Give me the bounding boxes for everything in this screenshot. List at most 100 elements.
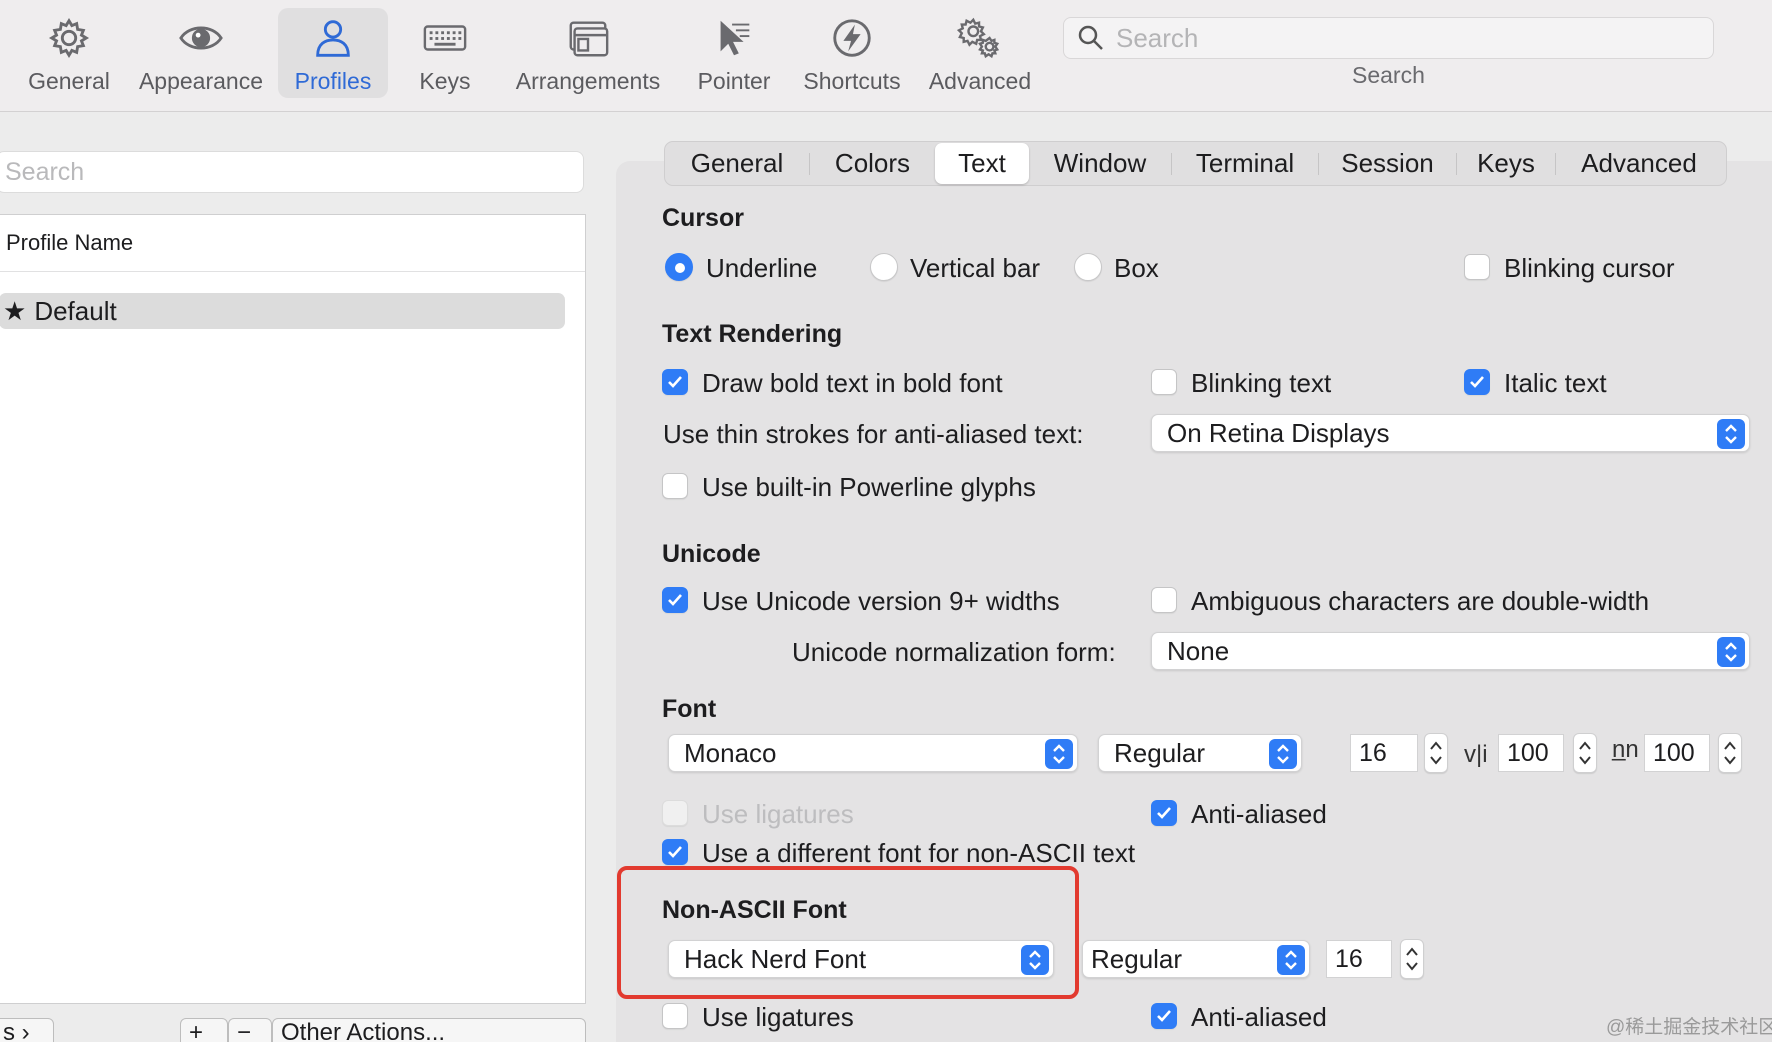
profile-name-column-header[interactable]: Profile Name <box>0 215 585 272</box>
select-arrows-icon <box>1717 637 1745 667</box>
bold-font-checkbox[interactable] <box>662 369 688 395</box>
text-rendering-section-title: Text Rendering <box>662 320 843 348</box>
font-family-select[interactable]: Monaco <box>668 734 1078 772</box>
toolbar-advanced-label: Advanced <box>928 68 1032 94</box>
tags-button[interactable]: s › <box>0 1018 54 1042</box>
pointer-icon <box>707 12 761 64</box>
tab-text-label: Text <box>958 148 1006 178</box>
toolbar-shortcuts[interactable]: Shortcuts <box>796 8 908 98</box>
remove-profile-button[interactable]: − <box>228 1018 272 1042</box>
non-ascii-anti-aliased-checkbox[interactable] <box>1151 1003 1177 1029</box>
checkmark-icon <box>1470 376 1484 388</box>
vertical-spacing-value: 100 <box>1653 738 1695 767</box>
bold-font-label[interactable]: Draw bold text in bold font <box>702 368 1003 399</box>
tab-colors[interactable]: Colors <box>810 143 935 184</box>
tab-general[interactable]: General <box>665 143 809 184</box>
powerline-glyphs-checkbox[interactable] <box>662 473 688 499</box>
ambiguous-double-width-checkbox[interactable] <box>1151 587 1177 613</box>
tab-terminal[interactable]: Terminal <box>1172 143 1318 184</box>
search-icon <box>1078 25 1103 50</box>
checkmark-icon <box>668 594 682 606</box>
vertical-spacing-stepper[interactable] <box>1718 733 1742 773</box>
cursor-box-radio[interactable] <box>1074 253 1102 281</box>
select-arrows-icon <box>1277 945 1305 975</box>
toolbar-general[interactable]: General <box>14 8 124 98</box>
cursor-box-label[interactable]: Box <box>1114 253 1159 284</box>
vertical-spacing-field[interactable]: 100 <box>1644 734 1710 772</box>
cursor-section-title: Cursor <box>662 204 744 232</box>
profile-search-input[interactable] <box>5 157 565 187</box>
blinking-text-label[interactable]: Blinking text <box>1191 368 1331 399</box>
tab-window[interactable]: Window <box>1029 143 1171 184</box>
toolbar-search[interactable] <box>1063 17 1714 59</box>
anti-aliased-label[interactable]: Anti-aliased <box>1191 799 1327 830</box>
powerline-glyphs-label[interactable]: Use built-in Powerline glyphs <box>702 472 1036 503</box>
profile-search[interactable] <box>0 151 584 193</box>
toolbar-keys[interactable]: Keys <box>400 8 490 98</box>
vertical-spacing-icon: n̲n <box>1612 736 1639 763</box>
thin-strokes-select[interactable]: On Retina Displays <box>1151 414 1750 452</box>
font-size-stepper[interactable] <box>1424 733 1448 773</box>
toolbar-search-label: Search <box>1352 62 1425 88</box>
non-ascii-font-size-stepper[interactable] <box>1400 939 1424 979</box>
tab-text[interactable]: Text <box>935 143 1029 184</box>
tab-keys[interactable]: Keys <box>1457 143 1555 184</box>
stepper-arrows-icon <box>1406 947 1418 971</box>
ligatures-checkbox[interactable] <box>662 800 688 826</box>
normalization-select[interactable]: None <box>1151 632 1750 670</box>
profile-row-default[interactable]: ★ Default <box>0 293 565 329</box>
horizontal-spacing-field[interactable]: 100 <box>1498 734 1564 772</box>
italic-text-checkbox[interactable] <box>1464 369 1490 395</box>
stepper-arrows-icon <box>1724 741 1736 765</box>
checkmark-icon <box>668 376 682 388</box>
other-actions-button[interactable]: Other Actions... <box>272 1018 586 1042</box>
italic-text-label[interactable]: Italic text <box>1504 368 1607 399</box>
cursor-underline-label[interactable]: Underline <box>706 253 817 284</box>
toolbar-appearance[interactable]: Appearance <box>134 8 268 98</box>
normalization-value: None <box>1167 635 1230 666</box>
profile-name: Default <box>34 295 117 326</box>
unicode-widths-label[interactable]: Use Unicode version 9+ widths <box>702 586 1060 617</box>
non-ascii-font-weight-select[interactable]: Regular <box>1082 940 1310 978</box>
toolbar-arrangements[interactable]: Arrangements <box>510 8 666 98</box>
font-weight-value: Regular <box>1114 737 1206 768</box>
non-ascii-font-weight-value: Regular <box>1091 943 1183 974</box>
different-non-ascii-font-checkbox[interactable] <box>662 839 688 865</box>
keyboard-icon <box>418 12 472 64</box>
different-non-ascii-font-label[interactable]: Use a different font for non-ASCII text <box>702 838 1135 869</box>
ligatures-label[interactable]: Use ligatures <box>702 799 854 830</box>
non-ascii-anti-aliased-label[interactable]: Anti-aliased <box>1191 1002 1327 1033</box>
blinking-cursor-label[interactable]: Blinking cursor <box>1504 253 1675 284</box>
ambiguous-double-width-label[interactable]: Ambiguous characters are double-width <box>1191 586 1649 617</box>
toolbar-advanced[interactable]: Advanced <box>920 8 1040 98</box>
toolbar-pointer[interactable]: Pointer <box>684 8 784 98</box>
tab-advanced[interactable]: Advanced <box>1556 143 1722 184</box>
anti-aliased-checkbox[interactable] <box>1151 800 1177 826</box>
toolbar-search-input[interactable] <box>1116 22 1676 54</box>
add-profile-button[interactable]: + <box>180 1018 228 1042</box>
non-ascii-ligatures-checkbox[interactable] <box>662 1003 688 1029</box>
tab-session[interactable]: Session <box>1319 143 1456 184</box>
toolbar-profiles[interactable]: Profiles <box>278 8 388 98</box>
eye-icon <box>174 12 228 64</box>
cursor-vertical-bar-label[interactable]: Vertical bar <box>910 253 1040 284</box>
horizontal-spacing-value: 100 <box>1507 738 1549 767</box>
cursor-underline-radio[interactable] <box>665 253 693 281</box>
toolbar-shortcuts-label: Shortcuts <box>803 68 901 94</box>
add-profile-label: + <box>189 1019 204 1042</box>
blinking-text-checkbox[interactable] <box>1151 369 1177 395</box>
non-ascii-font-size-value: 16 <box>1335 944 1363 973</box>
unicode-widths-checkbox[interactable] <box>662 587 688 613</box>
annotation-highlight-box <box>617 866 1079 999</box>
non-ascii-ligatures-label[interactable]: Use ligatures <box>702 1002 854 1033</box>
cursor-vertical-bar-radio[interactable] <box>870 253 898 281</box>
font-size-field[interactable]: 16 <box>1350 734 1418 772</box>
non-ascii-font-size-field[interactable]: 16 <box>1326 940 1392 978</box>
blinking-cursor-checkbox[interactable] <box>1464 254 1490 280</box>
tab-advanced-label: Advanced <box>1581 148 1697 178</box>
font-weight-select[interactable]: Regular <box>1098 734 1302 772</box>
font-size-value: 16 <box>1359 738 1387 767</box>
stepper-arrows-icon <box>1579 741 1591 765</box>
horizontal-spacing-stepper[interactable] <box>1573 733 1597 773</box>
unicode-section-title: Unicode <box>662 540 761 568</box>
